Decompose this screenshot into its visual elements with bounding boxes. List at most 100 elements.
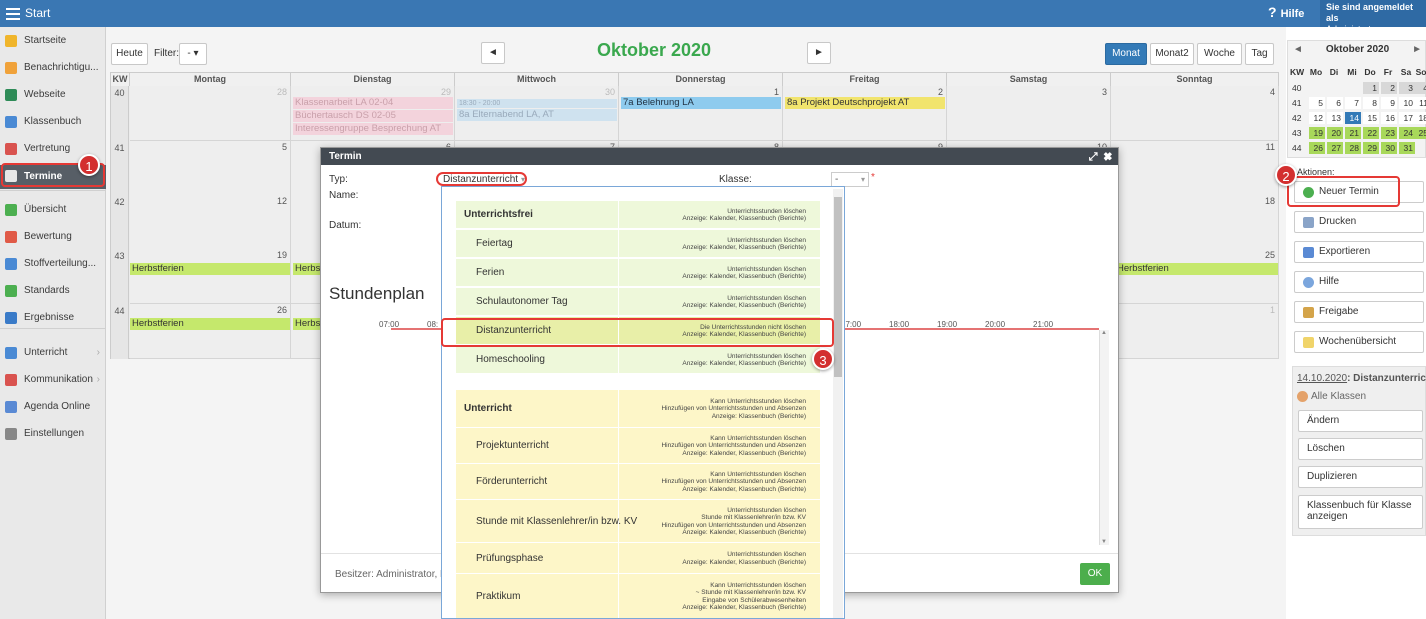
- mini-day[interactable]: 24: [1399, 127, 1415, 139]
- calendar-event[interactable]: 7a Belehrung LA: [621, 97, 781, 109]
- mini-day[interactable]: [1414, 142, 1426, 154]
- type-option-prüfungsphase[interactable]: Prüfungsphase Unterrichtsstunden löschen A…: [456, 543, 820, 574]
- mini-day[interactable]: 21: [1345, 127, 1361, 139]
- mini-day[interactable]: 2: [1381, 82, 1397, 94]
- calendar-day-cell[interactable]: 11: [1111, 141, 1279, 196]
- type-option-projektunterricht[interactable]: Projektunterricht Kann Unterrichtsstunden…: [456, 428, 820, 464]
- view-month2-button[interactable]: Monat2: [1150, 43, 1194, 65]
- sidebar-item-agendaonline[interactable]: Agenda Online: [0, 396, 106, 418]
- mini-day[interactable]: 8: [1363, 97, 1379, 109]
- mini-day[interactable]: 16: [1381, 112, 1397, 124]
- mini-next-icon[interactable]: ►: [1412, 44, 1422, 55]
- type-option-homeschooling[interactable]: Homeschooling Unterrichtsstunden löschen A…: [456, 346, 820, 374]
- delete-button[interactable]: Löschen: [1298, 438, 1423, 460]
- calendar-event[interactable]: 8a Elternabend LA, AT: [457, 109, 617, 121]
- view-month-button[interactable]: Monat: [1105, 43, 1147, 65]
- export-button[interactable]: Exportieren: [1294, 241, 1424, 263]
- sidebar-item-übersicht[interactable]: Übersicht: [0, 199, 106, 221]
- mini-day[interactable]: 20: [1327, 127, 1343, 139]
- mini-day[interactable]: [1309, 82, 1325, 94]
- mini-day[interactable]: 30: [1381, 142, 1397, 154]
- mini-day[interactable]: 26: [1309, 142, 1325, 154]
- calendar-day-cell[interactable]: 1: [619, 86, 783, 141]
- today-button[interactable]: Heute: [111, 43, 148, 65]
- change-button[interactable]: Ändern: [1298, 410, 1423, 432]
- mini-day[interactable]: 17: [1399, 112, 1415, 124]
- calendar-day-cell[interactable]: 28: [130, 86, 291, 141]
- close-icon[interactable]: ✖: [1104, 151, 1112, 163]
- sidebar-item-bewertung[interactable]: Bewertung: [0, 226, 106, 248]
- next-month-button[interactable]: ►: [807, 42, 831, 64]
- prev-month-button[interactable]: ◄: [481, 42, 505, 64]
- filter-select[interactable]: - ▾: [179, 43, 207, 65]
- calendar-day-cell[interactable]: 4: [1111, 86, 1279, 141]
- sidebar-item-ergebnisse[interactable]: Ergebnisse: [0, 307, 106, 329]
- calendar-event[interactable]: Herbstferien: [130, 263, 290, 275]
- mini-day[interactable]: 11: [1414, 97, 1426, 109]
- type-option-schulautonomer[interactable]: Schulautonomer Tag Unterrichtsstunden lös…: [456, 288, 820, 316]
- release-button[interactable]: Freigabe: [1294, 301, 1424, 323]
- calendar-event[interactable]: Herbs: [293, 318, 321, 330]
- sidebar-item-startseite[interactable]: Startseite: [0, 30, 106, 52]
- view-week-button[interactable]: Woche: [1197, 43, 1242, 65]
- type-option-feiertag[interactable]: Feiertag Unterrichtsstunden löschen Anzeig…: [456, 230, 820, 258]
- mini-day[interactable]: 9: [1381, 97, 1397, 109]
- calendar-event[interactable]: Herbs: [293, 263, 321, 275]
- mini-day[interactable]: 27: [1327, 142, 1343, 154]
- calendar-day-cell[interactable]: 1: [1111, 304, 1279, 359]
- mini-day[interactable]: 19: [1309, 127, 1325, 139]
- calendar-event[interactable]: 8a Projekt Deutschprojekt AT: [785, 97, 945, 109]
- calendar-day-cell[interactable]: 25: [1111, 249, 1279, 304]
- mini-day[interactable]: 29: [1363, 142, 1379, 154]
- mini-day[interactable]: 13: [1327, 112, 1343, 124]
- mini-day[interactable]: 22: [1363, 127, 1379, 139]
- mini-day[interactable]: [1327, 82, 1343, 94]
- calendar-day-cell[interactable]: 19: [130, 249, 291, 304]
- type-option-praktikum[interactable]: Praktikum Kann Unterrichtsstunden löschen…: [456, 574, 820, 618]
- type-option-förderunterricht[interactable]: Förderunterricht Kann Unterrichtsstunden …: [456, 464, 820, 500]
- mini-day[interactable]: 4: [1414, 82, 1426, 94]
- calendar-day-cell[interactable]: 3: [947, 86, 1111, 141]
- calendar-day-cell[interactable]: 18: [1111, 195, 1279, 250]
- mini-day[interactable]: 5: [1309, 97, 1325, 109]
- expand-icon[interactable]: ⤢: [1089, 151, 1098, 163]
- sidebar-item-klassenbuch[interactable]: Klassenbuch: [0, 111, 106, 133]
- type-option-unterricht[interactable]: Unterricht Kann Unterrichtsstunden lösche…: [456, 390, 820, 428]
- week-overview-button[interactable]: Wochenübersicht: [1294, 331, 1424, 353]
- sidebar-item-benachrichtigu[interactable]: Benachrichtigu...: [0, 57, 106, 79]
- ok-button[interactable]: OK: [1080, 563, 1110, 585]
- sidebar-item-standards[interactable]: Standards: [0, 280, 106, 302]
- calendar-event[interactable]: 18:30 - 20:00: [457, 99, 617, 108]
- mini-day[interactable]: 25: [1414, 127, 1426, 139]
- sidebar-item-webseite[interactable]: Webseite: [0, 84, 106, 106]
- mini-day[interactable]: 7: [1345, 97, 1361, 109]
- view-day-button[interactable]: Tag: [1245, 43, 1274, 65]
- help-link[interactable]: ? Hilfe: [1268, 4, 1304, 20]
- mini-day[interactable]: 14: [1345, 112, 1361, 124]
- mini-day[interactable]: 23: [1381, 127, 1397, 139]
- calendar-event[interactable]: Herbstferien: [1115, 263, 1278, 275]
- class-select[interactable]: - ▾: [831, 172, 869, 187]
- calendar-day-cell[interactable]: 12: [130, 195, 291, 250]
- mini-day[interactable]: 3: [1399, 82, 1415, 94]
- calendar-event[interactable]: Büchertausch DS 02-05: [293, 110, 453, 122]
- calendar-day-cell[interactable]: 2: [783, 86, 947, 141]
- mini-day[interactable]: 28: [1345, 142, 1361, 154]
- mini-day[interactable]: 1: [1363, 82, 1379, 94]
- calendar-day-cell[interactable]: 26: [130, 304, 291, 359]
- sidebar-item-kommunikation[interactable]: Kommunikation ›: [0, 369, 106, 391]
- help-button[interactable]: Hilfe: [1294, 271, 1424, 293]
- mini-day[interactable]: [1345, 82, 1361, 94]
- print-button[interactable]: Drucken: [1294, 211, 1424, 233]
- type-option-unterrichtsfrei[interactable]: Unterrichtsfrei Unterrichtsstunden lösche…: [456, 201, 820, 229]
- dropdown-scrollbar[interactable]: [833, 189, 843, 618]
- calendar-day-cell[interactable]: 5: [130, 141, 291, 196]
- show-classbook-button[interactable]: Klassenbuch für Klasse anzeigen: [1298, 495, 1423, 529]
- mini-day[interactable]: 31: [1399, 142, 1415, 154]
- mini-day[interactable]: 10: [1399, 97, 1415, 109]
- calendar-event[interactable]: Herbstferien: [130, 318, 290, 330]
- hamburger-menu-icon[interactable]: [6, 5, 20, 21]
- type-option-ferien[interactable]: Ferien Unterrichtsstunden löschen Anzeige:…: [456, 259, 820, 287]
- mini-day[interactable]: 12: [1309, 112, 1325, 124]
- mini-day[interactable]: 18: [1414, 112, 1426, 124]
